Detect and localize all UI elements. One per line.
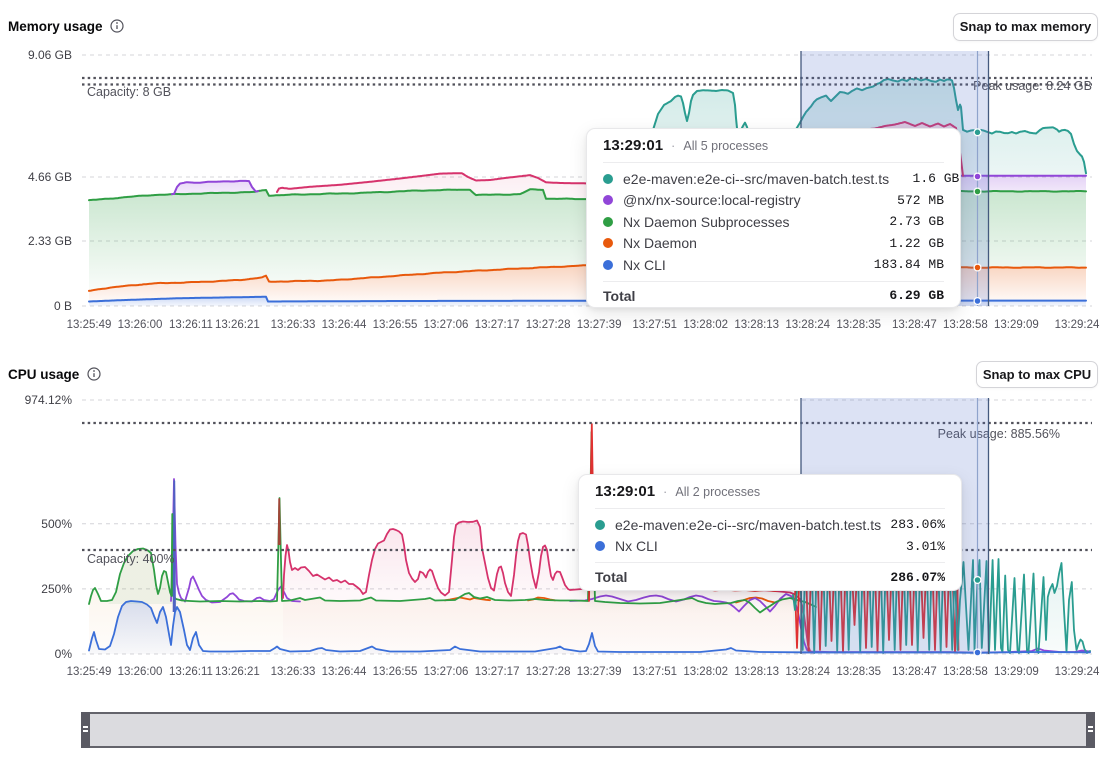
svg-text:13:29:09: 13:29:09 [994, 666, 1039, 678]
svg-text:2.33 GB: 2.33 GB [28, 234, 72, 248]
svg-text:13:29:09: 13:29:09 [994, 319, 1039, 331]
svg-text:13:26:55: 13:26:55 [373, 666, 418, 678]
svg-text:13:26:21: 13:26:21 [215, 319, 260, 331]
svg-text:13:26:00: 13:26:00 [118, 666, 163, 678]
svg-text:13:28:13: 13:28:13 [734, 666, 779, 678]
svg-text:13:29:24: 13:29:24 [1055, 319, 1100, 331]
svg-text:13:26:55: 13:26:55 [373, 319, 418, 331]
svg-text:13:25:49: 13:25:49 [67, 319, 112, 331]
svg-text:13:27:17: 13:27:17 [475, 666, 520, 678]
svg-text:13:26:11: 13:26:11 [169, 666, 213, 678]
svg-text:13:28:35: 13:28:35 [836, 666, 881, 678]
svg-text:13:27:51: 13:27:51 [632, 666, 677, 678]
svg-text:Capacity: 400%: Capacity: 400% [87, 552, 175, 566]
svg-text:13:28:35: 13:28:35 [836, 319, 881, 331]
svg-text:13:28:47: 13:28:47 [892, 319, 937, 331]
svg-text:13:27:39: 13:27:39 [577, 666, 622, 678]
svg-text:13:28:02: 13:28:02 [683, 666, 728, 678]
svg-text:13:27:06: 13:27:06 [424, 319, 469, 331]
svg-text:13:26:44: 13:26:44 [322, 319, 367, 331]
svg-text:0%: 0% [55, 647, 73, 661]
svg-text:9.06 GB: 9.06 GB [28, 48, 72, 62]
svg-text:13:26:21: 13:26:21 [215, 666, 260, 678]
svg-text:13:28:58: 13:28:58 [943, 666, 988, 678]
svg-text:13:27:51: 13:27:51 [632, 319, 677, 331]
svg-text:974.12%: 974.12% [25, 393, 73, 407]
svg-text:13:26:11: 13:26:11 [169, 319, 213, 331]
svg-text:13:25:49: 13:25:49 [67, 666, 112, 678]
svg-text:13:26:33: 13:26:33 [271, 666, 316, 678]
svg-text:250%: 250% [41, 582, 72, 596]
svg-text:13:28:13: 13:28:13 [734, 319, 779, 331]
svg-text:Peak usage: 8.24 GB: Peak usage: 8.24 GB [973, 79, 1092, 93]
svg-text:13:26:00: 13:26:00 [118, 319, 163, 331]
svg-text:13:28:58: 13:28:58 [943, 319, 988, 331]
svg-text:4.66 GB: 4.66 GB [28, 170, 72, 184]
svg-text:13:26:33: 13:26:33 [271, 319, 316, 331]
svg-text:13:26:44: 13:26:44 [322, 666, 367, 678]
svg-text:13:27:28: 13:27:28 [526, 666, 571, 678]
svg-text:500%: 500% [41, 517, 72, 531]
svg-text:13:27:28: 13:27:28 [526, 319, 571, 331]
svg-text:Capacity: 8 GB: Capacity: 8 GB [87, 85, 171, 99]
svg-text:13:27:39: 13:27:39 [577, 319, 622, 331]
svg-text:13:28:02: 13:28:02 [683, 319, 728, 331]
svg-text:13:29:24: 13:29:24 [1055, 666, 1100, 678]
svg-text:13:28:24: 13:28:24 [785, 319, 830, 331]
svg-text:13:28:47: 13:28:47 [892, 666, 937, 678]
svg-text:13:27:17: 13:27:17 [475, 319, 520, 331]
svg-text:13:28:24: 13:28:24 [785, 666, 830, 678]
svg-text:0 B: 0 B [54, 299, 72, 313]
svg-text:13:27:06: 13:27:06 [424, 666, 469, 678]
